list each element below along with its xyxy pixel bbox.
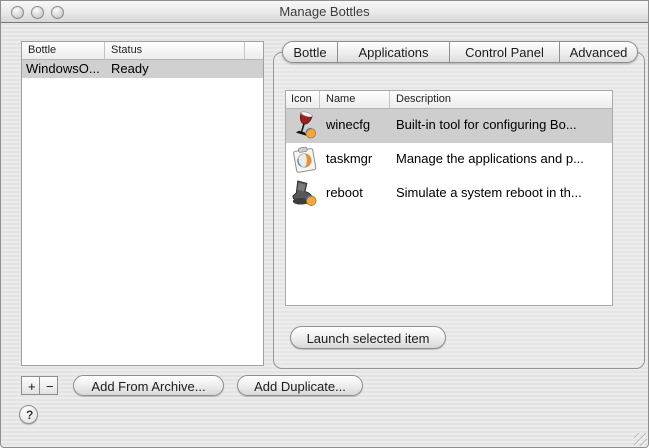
app-description: Simulate a system reboot in th...	[396, 185, 582, 200]
help-button[interactable]: ?	[19, 405, 38, 424]
column-divider[interactable]	[104, 42, 105, 59]
column-divider[interactable]	[389, 91, 390, 108]
app-row-winecfg[interactable]: winecfg Built-in tool for configuring Bo…	[286, 109, 612, 143]
remove-bottle-button[interactable]: −	[39, 376, 58, 395]
title-bar[interactable]: Manage Bottles	[1, 1, 648, 23]
tab-control-panel[interactable]: Control Panel	[450, 41, 560, 63]
add-duplicate-button[interactable]: Add Duplicate...	[237, 375, 363, 396]
app-name: winecfg	[326, 117, 370, 132]
app-row-taskmgr[interactable]: taskmgr Manage the applications and p...	[286, 143, 612, 177]
launch-selected-item-button[interactable]: Launch selected item	[290, 326, 446, 349]
column-header-status[interactable]: Status	[111, 44, 142, 56]
tab-bottle[interactable]: Bottle	[282, 41, 338, 63]
app-description: Manage the applications and p...	[396, 151, 584, 166]
add-bottle-button[interactable]: +	[21, 376, 40, 395]
app-name: taskmgr	[326, 151, 372, 166]
add-from-archive-button[interactable]: Add From Archive...	[73, 375, 224, 396]
bottles-table: Bottle Status WindowsO... Ready	[21, 41, 264, 366]
tab-bar: Bottle Applications Control Panel Advanc…	[282, 41, 638, 63]
app-name: reboot	[326, 185, 363, 200]
column-divider[interactable]	[244, 42, 245, 59]
winecfg-icon	[289, 110, 320, 141]
applications-list-header: Icon Name Description	[286, 91, 612, 109]
window-title: Manage Bottles	[1, 4, 648, 19]
tab-applications[interactable]: Applications	[338, 41, 450, 63]
resize-grip[interactable]	[634, 433, 647, 446]
taskmgr-icon	[289, 144, 320, 175]
bottle-row-selected[interactable]: WindowsO... Ready	[22, 60, 263, 78]
app-row-reboot[interactable]: reboot Simulate a system reboot in th...	[286, 177, 612, 211]
column-header-name[interactable]: Name	[326, 93, 355, 105]
column-divider[interactable]	[319, 91, 320, 108]
column-header-description[interactable]: Description	[396, 93, 451, 105]
applications-list: Icon Name Description	[285, 90, 613, 306]
bottle-status: Ready	[111, 61, 149, 76]
app-description: Built-in tool for configuring Bo...	[396, 117, 577, 132]
manage-bottles-window: Manage Bottles Bottle Status WindowsO...…	[0, 0, 649, 448]
bottle-name: WindowsO...	[26, 61, 100, 76]
bottles-table-header: Bottle Status	[22, 42, 263, 60]
column-header-icon[interactable]: Icon	[291, 93, 312, 105]
column-header-bottle[interactable]: Bottle	[28, 44, 56, 56]
tab-content-panel: Icon Name Description	[273, 52, 645, 369]
tab-advanced[interactable]: Advanced	[560, 41, 638, 63]
reboot-icon	[289, 178, 320, 209]
